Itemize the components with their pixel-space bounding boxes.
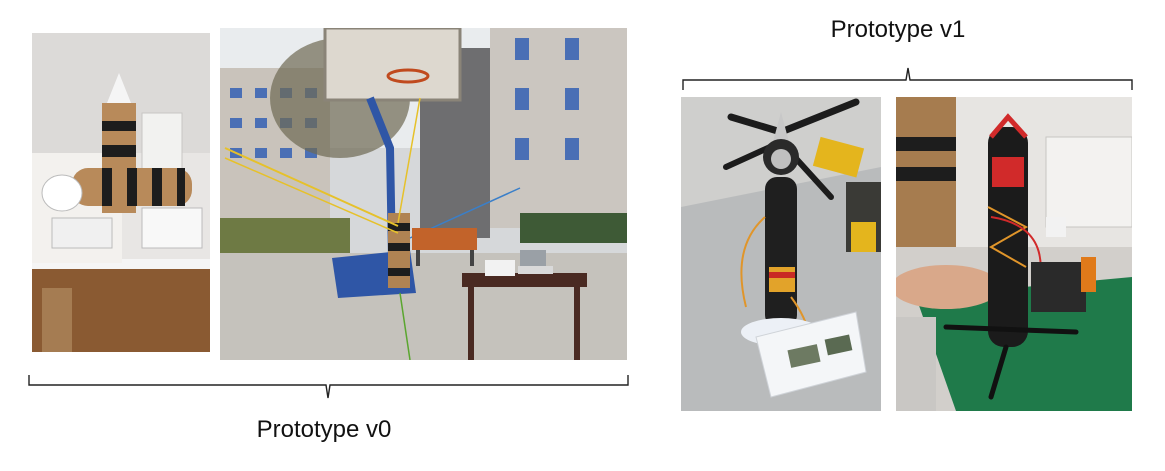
bracket-prototype-v0 [28, 375, 629, 399]
bracket-prototype-v1 [682, 67, 1133, 90]
caption-prototype-v1: Prototype v1 [830, 16, 966, 43]
caption-prototype-v0: Prototype v0 [256, 416, 392, 443]
photo-prototype-on-scale [681, 97, 881, 411]
photo-prototype-handheld [896, 97, 1132, 411]
photo-tube-on-table [32, 33, 210, 352]
photo-outdoor-tether-test [220, 28, 627, 360]
